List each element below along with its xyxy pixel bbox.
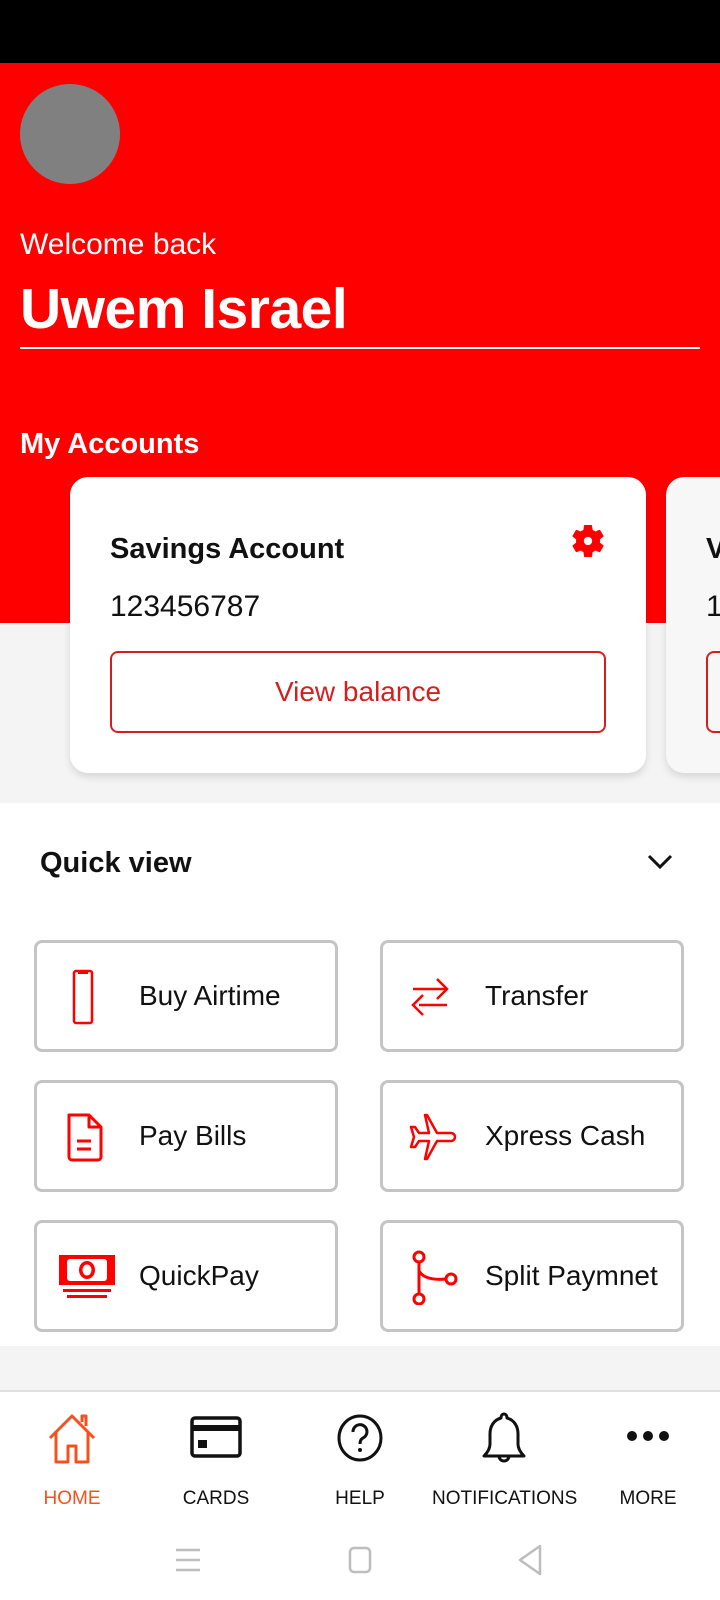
home-icon — [48, 1414, 96, 1464]
airplane-icon — [409, 1113, 457, 1161]
phone-icon — [72, 969, 94, 1025]
account-card-next[interactable]: V 1 — [666, 477, 720, 773]
quick-action-label: Xpress Cash — [485, 1120, 646, 1151]
quick-action-split-payment[interactable]: Split Paymnet — [380, 1220, 684, 1332]
nav-label: HELP — [335, 1488, 385, 1509]
document-icon — [67, 1113, 103, 1162]
cash-icon — [59, 1255, 115, 1298]
more-icon — [627, 1431, 669, 1441]
account-type: V — [706, 533, 720, 565]
avatar[interactable] — [20, 84, 120, 184]
greeting-text: Welcome back — [20, 228, 217, 261]
quick-action-label: Transfer — [485, 980, 589, 1011]
account-number: 123456787 — [110, 590, 261, 623]
quick-action-transfer[interactable]: Transfer — [380, 940, 684, 1052]
quick-action-pay-bills[interactable]: Pay Bills — [34, 1080, 338, 1192]
nav-item-more[interactable]: MORE — [576, 1392, 720, 1520]
quick-action-label: Split Paymnet — [485, 1260, 658, 1291]
help-icon — [337, 1414, 383, 1462]
bottom-nav: HOME CARDS HELP NOTIFICATIONS MORE — [0, 1392, 720, 1520]
quick-action-label: QuickPay — [139, 1260, 259, 1291]
nav-label: CARDS — [182, 1488, 250, 1509]
recent-apps-icon[interactable] — [168, 1542, 208, 1578]
account-type: Savings Account — [110, 533, 345, 565]
nav-item-notifications[interactable]: NOTIFICATIONS — [432, 1392, 578, 1520]
divider — [20, 347, 700, 349]
view-balance-button[interactable] — [706, 651, 720, 733]
gear-icon[interactable] — [568, 521, 608, 561]
quick-action-xpress-cash[interactable]: Xpress Cash — [380, 1080, 684, 1192]
user-name: Uwem Israel — [20, 277, 348, 341]
account-card[interactable]: Savings Account 123456787 View balance — [70, 477, 646, 773]
nav-item-home[interactable]: HOME — [0, 1392, 144, 1520]
card-icon — [190, 1416, 242, 1458]
back-icon[interactable] — [510, 1542, 550, 1578]
system-nav-bar — [0, 1520, 720, 1600]
nav-label: MORE — [619, 1488, 677, 1509]
chevron-down-icon[interactable] — [646, 852, 674, 872]
quick-action-quickpay[interactable]: QuickPay — [34, 1220, 338, 1332]
account-number: 1 — [706, 590, 720, 623]
nav-label: NOTIFICATIONS — [432, 1488, 578, 1509]
nav-item-help[interactable]: HELP — [288, 1392, 432, 1520]
split-icon — [412, 1250, 458, 1305]
nav-item-cards[interactable]: CARDS — [144, 1392, 288, 1520]
quick-view-title: Quick view — [40, 847, 192, 879]
home-system-icon[interactable] — [340, 1542, 380, 1578]
transfer-arrows-icon — [411, 978, 449, 1016]
view-balance-button[interactable]: View balance — [110, 651, 606, 733]
content-footer — [0, 1346, 720, 1392]
quick-action-buy-airtime[interactable]: Buy Airtime — [34, 940, 338, 1052]
section-title-accounts: My Accounts — [20, 428, 200, 460]
quick-action-label: Buy Airtime — [139, 980, 281, 1011]
status-bar — [0, 0, 720, 63]
nav-label: HOME — [43, 1488, 101, 1509]
quick-action-label: Pay Bills — [139, 1120, 247, 1151]
bell-icon — [482, 1412, 526, 1463]
